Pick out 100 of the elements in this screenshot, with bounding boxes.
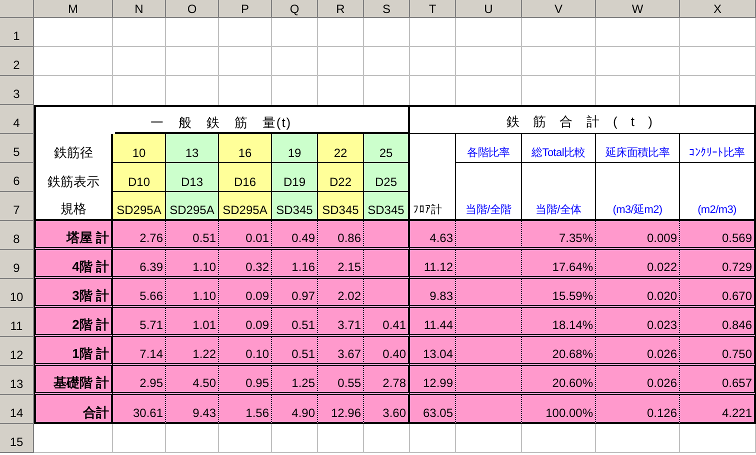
column-header[interactable]: M bbox=[34, 0, 113, 18]
table-cell: 4階 計 bbox=[34, 250, 113, 279]
row-header[interactable]: 2 bbox=[0, 47, 34, 76]
table-cell bbox=[364, 18, 410, 47]
row-header[interactable]: 1 bbox=[0, 18, 34, 47]
table-cell bbox=[219, 47, 272, 76]
table-cell: SD295A bbox=[166, 192, 219, 221]
table-cell bbox=[364, 221, 410, 250]
row-header[interactable]: 13 bbox=[0, 366, 34, 395]
column-header[interactable]: N bbox=[113, 0, 166, 18]
table-cell: 5.71 bbox=[113, 308, 166, 337]
column-header[interactable]: U bbox=[456, 0, 522, 18]
table-cell: 0.41 bbox=[364, 308, 410, 337]
row-header[interactable]: 5 bbox=[0, 134, 34, 163]
select-all-corner[interactable] bbox=[0, 0, 34, 18]
table-cell: 12.96 bbox=[318, 395, 364, 424]
table-cell: 15.59% bbox=[522, 279, 596, 308]
row-header[interactable]: 12 bbox=[0, 337, 34, 366]
table-cell: 0.09 bbox=[219, 308, 272, 337]
row-header[interactable]: 14 bbox=[0, 395, 34, 424]
table-cell: 1.22 bbox=[166, 337, 219, 366]
row-header[interactable]: 3 bbox=[0, 76, 34, 105]
table-cell: (m3/延m2) bbox=[596, 192, 680, 221]
table-cell: SD295A bbox=[113, 192, 166, 221]
table-cell: 17.64% bbox=[522, 250, 596, 279]
table-cell: SD345 bbox=[318, 192, 364, 221]
table-cell bbox=[318, 424, 364, 453]
table-cell: 2階 計 bbox=[34, 308, 113, 337]
table-cell: 11.44 bbox=[410, 308, 456, 337]
table-cell: 0.97 bbox=[272, 279, 318, 308]
table-cell: 4.50 bbox=[166, 366, 219, 395]
table-cell: 10 bbox=[113, 134, 166, 163]
row-header[interactable]: 8 bbox=[0, 221, 34, 250]
table-cell: 0.126 bbox=[596, 395, 680, 424]
table-cell: ｺﾝｸﾘｰﾄ比率 bbox=[680, 134, 756, 163]
table-cell: 2.78 bbox=[364, 366, 410, 395]
column-header[interactable]: R bbox=[318, 0, 364, 18]
row-header[interactable]: 11 bbox=[0, 308, 34, 337]
column-header[interactable]: Q bbox=[272, 0, 318, 18]
row-header[interactable]: 4 bbox=[0, 105, 34, 134]
section-title: 一 般 鉄 筋 量(t) bbox=[34, 105, 410, 134]
table-cell: 1.25 bbox=[272, 366, 318, 395]
row-header[interactable]: 15 bbox=[0, 424, 34, 453]
column-header[interactable]: V bbox=[522, 0, 596, 18]
table-cell: 0.020 bbox=[596, 279, 680, 308]
table-cell: 100.00% bbox=[522, 395, 596, 424]
table-cell: 30.61 bbox=[113, 395, 166, 424]
table-cell: 3.71 bbox=[318, 308, 364, 337]
table-cell: 13 bbox=[166, 134, 219, 163]
table-cell bbox=[113, 424, 166, 453]
table-cell: D10 bbox=[113, 163, 166, 192]
table-cell: 2.02 bbox=[318, 279, 364, 308]
column-header[interactable]: W bbox=[596, 0, 680, 18]
table-cell: 2.95 bbox=[113, 366, 166, 395]
table-cell: 0.026 bbox=[596, 366, 680, 395]
table-cell: 3.67 bbox=[318, 337, 364, 366]
row-header[interactable]: 10 bbox=[0, 279, 34, 308]
column-header[interactable]: T bbox=[410, 0, 456, 18]
table-cell: 0.670 bbox=[680, 279, 756, 308]
table-cell bbox=[364, 250, 410, 279]
column-header[interactable]: O bbox=[166, 0, 219, 18]
table-cell: 0.01 bbox=[219, 221, 272, 250]
table-cell bbox=[456, 47, 522, 76]
row-header[interactable]: 7 bbox=[0, 192, 34, 221]
table-cell: SD345 bbox=[364, 192, 410, 221]
table-cell: 0.51 bbox=[272, 308, 318, 337]
table-cell: 0.32 bbox=[219, 250, 272, 279]
table-cell bbox=[364, 279, 410, 308]
column-header[interactable]: S bbox=[364, 0, 410, 18]
table-cell bbox=[219, 424, 272, 453]
table-cell: 63.05 bbox=[410, 395, 456, 424]
row-header[interactable]: 6 bbox=[0, 163, 34, 192]
table-cell: 総Total比較 bbox=[522, 134, 596, 163]
table-cell: 0.750 bbox=[680, 337, 756, 366]
table-cell: 鉄筋径 bbox=[34, 134, 113, 163]
table-cell: 規格 bbox=[34, 192, 113, 221]
table-cell: 基礎階 計 bbox=[34, 366, 113, 395]
table-cell: 11.12 bbox=[410, 250, 456, 279]
table-cell: 20.68% bbox=[522, 337, 596, 366]
table-cell: 19 bbox=[272, 134, 318, 163]
table-cell: 16 bbox=[219, 134, 272, 163]
column-header[interactable]: P bbox=[219, 0, 272, 18]
table-cell: D19 bbox=[272, 163, 318, 192]
table-cell: 4.221 bbox=[680, 395, 756, 424]
table-cell bbox=[113, 47, 166, 76]
row-header[interactable]: 9 bbox=[0, 250, 34, 279]
table-cell: 7.35% bbox=[522, 221, 596, 250]
table-cell bbox=[410, 424, 456, 453]
column-header[interactable]: X bbox=[680, 0, 756, 18]
table-cell: 9.83 bbox=[410, 279, 456, 308]
table-cell: 合計 bbox=[34, 395, 113, 424]
table-cell bbox=[113, 18, 166, 47]
table-cell: 延床面積比率 bbox=[596, 134, 680, 163]
table-cell: 0.569 bbox=[680, 221, 756, 250]
table-cell: 3階 計 bbox=[34, 279, 113, 308]
table-cell bbox=[219, 18, 272, 47]
table-cell: D22 bbox=[318, 163, 364, 192]
table-cell: 0.09 bbox=[219, 279, 272, 308]
table-cell: 当階/全体 bbox=[522, 192, 596, 221]
table-cell: D16 bbox=[219, 163, 272, 192]
